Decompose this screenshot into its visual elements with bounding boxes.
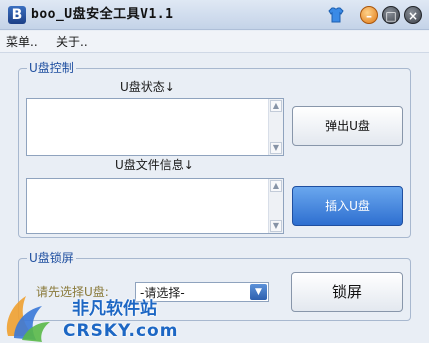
- scroll-down-icon[interactable]: ▼: [270, 220, 282, 232]
- watermark-line1: 非凡软件站: [72, 299, 157, 319]
- watermark-line2: CRSKY.com: [63, 321, 179, 341]
- insert-usb-button[interactable]: 插入U盘: [292, 186, 403, 226]
- skin-button[interactable]: [327, 6, 345, 24]
- close-button[interactable]: ×: [404, 6, 422, 24]
- usb-file-info-scrollbar[interactable]: ▲ ▼: [268, 179, 283, 233]
- scroll-up-icon[interactable]: ▲: [270, 180, 282, 192]
- usb-status-scrollbar[interactable]: ▲ ▼: [268, 99, 283, 155]
- eject-usb-button[interactable]: 弹出U盘: [292, 106, 403, 146]
- usb-status-textarea[interactable]: ▲ ▼: [26, 98, 284, 156]
- crsky-logo-icon: [6, 296, 50, 342]
- lock-screen-button[interactable]: 锁屏: [291, 272, 403, 312]
- minimize-button[interactable]: –: [360, 6, 378, 24]
- menu-bar: 菜单.. 关于..: [0, 31, 429, 53]
- shirt-icon: [328, 7, 344, 23]
- usb-control-legend: U盘控制: [27, 61, 76, 75]
- usb-file-info-label: U盘文件信息↓: [115, 158, 194, 172]
- app-logo-icon: B: [8, 6, 26, 24]
- scroll-down-icon[interactable]: ▼: [270, 142, 282, 154]
- usb-status-label: U盘状态↓: [120, 80, 175, 94]
- maximize-button[interactable]: □: [382, 6, 400, 24]
- chevron-down-icon[interactable]: ▼: [250, 284, 267, 300]
- window-title: boo_U盘安全工具V1.1: [31, 7, 174, 22]
- menu-item-about[interactable]: 关于..: [56, 35, 88, 49]
- usb-lock-legend: U盘锁屏: [27, 251, 76, 265]
- title-bar[interactable]: B boo_U盘安全工具V1.1 – □ ×: [0, 0, 429, 30]
- usb-file-info-textarea[interactable]: ▲ ▼: [26, 178, 284, 234]
- scroll-up-icon[interactable]: ▲: [270, 100, 282, 112]
- usb-select-value: -请选择-: [140, 286, 185, 300]
- menu-item-menu[interactable]: 菜单..: [6, 35, 38, 49]
